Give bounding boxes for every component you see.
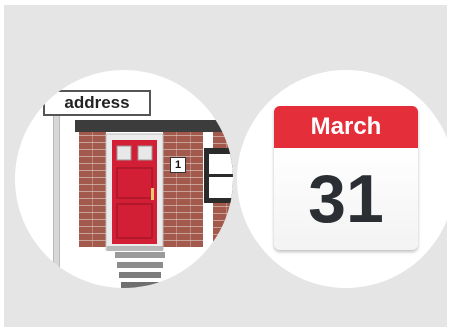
calendar-icon: March 31: [274, 106, 418, 250]
calendar-month: March: [274, 106, 418, 148]
sign-pole: [53, 110, 60, 275]
address-sign-label: address: [43, 90, 151, 116]
calendar-day: 31: [274, 148, 418, 250]
date-option-card[interactable]: March 31: [237, 70, 452, 288]
house-number-plate: 1: [170, 157, 186, 173]
address-option-card[interactable]: 1 address: [15, 70, 233, 288]
options-panel: 1 address March 31: [4, 5, 452, 327]
